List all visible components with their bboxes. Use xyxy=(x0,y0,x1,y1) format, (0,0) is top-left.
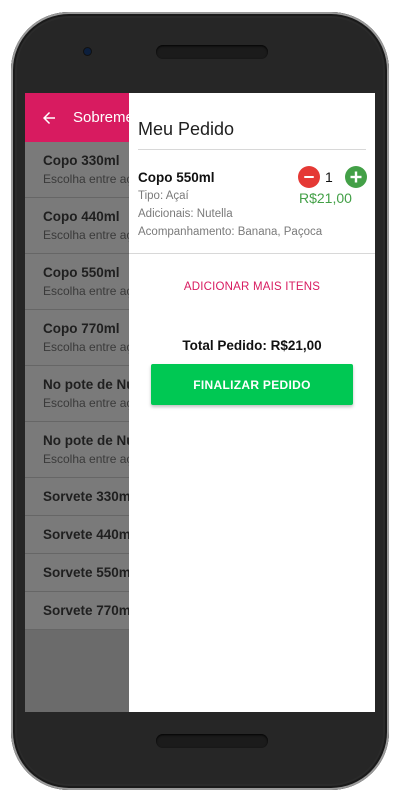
front-camera xyxy=(84,48,91,55)
increase-quantity-button[interactable] xyxy=(345,166,367,188)
drawer-title: Meu Pedido xyxy=(138,119,235,139)
order-total: Total Pedido: R$21,00 xyxy=(182,338,322,353)
divider xyxy=(129,253,375,254)
order-drawer: Meu Pedido Copo 550ml Tipo: Açaí Adicion… xyxy=(129,93,375,712)
divider xyxy=(138,149,366,150)
arrow-back-icon xyxy=(43,111,55,124)
back-button[interactable] xyxy=(31,93,67,142)
order-item-additionals: Adicionais: Nutella xyxy=(138,208,233,220)
order-item-name: Copo 550ml xyxy=(138,170,215,185)
order-item-type: Tipo: Açaí xyxy=(138,190,189,202)
finish-order-button[interactable]: FINALIZAR PEDIDO xyxy=(151,364,353,405)
item-price: R$21,00 xyxy=(299,190,352,206)
add-circle-icon xyxy=(350,171,362,183)
order-item-sides: Acompanhamento: Banana, Paçoca xyxy=(138,226,323,238)
decrease-quantity-button[interactable] xyxy=(298,166,320,188)
add-more-items-button[interactable]: ADICIONAR MAIS ITENS xyxy=(129,281,375,293)
screen: Sobremesas Copo 330ml Escolha entre açaí… xyxy=(25,93,375,712)
top-speaker xyxy=(156,45,268,59)
remove-circle-icon xyxy=(304,175,314,179)
bottom-speaker xyxy=(156,734,268,748)
quantity-value: 1 xyxy=(325,169,333,185)
